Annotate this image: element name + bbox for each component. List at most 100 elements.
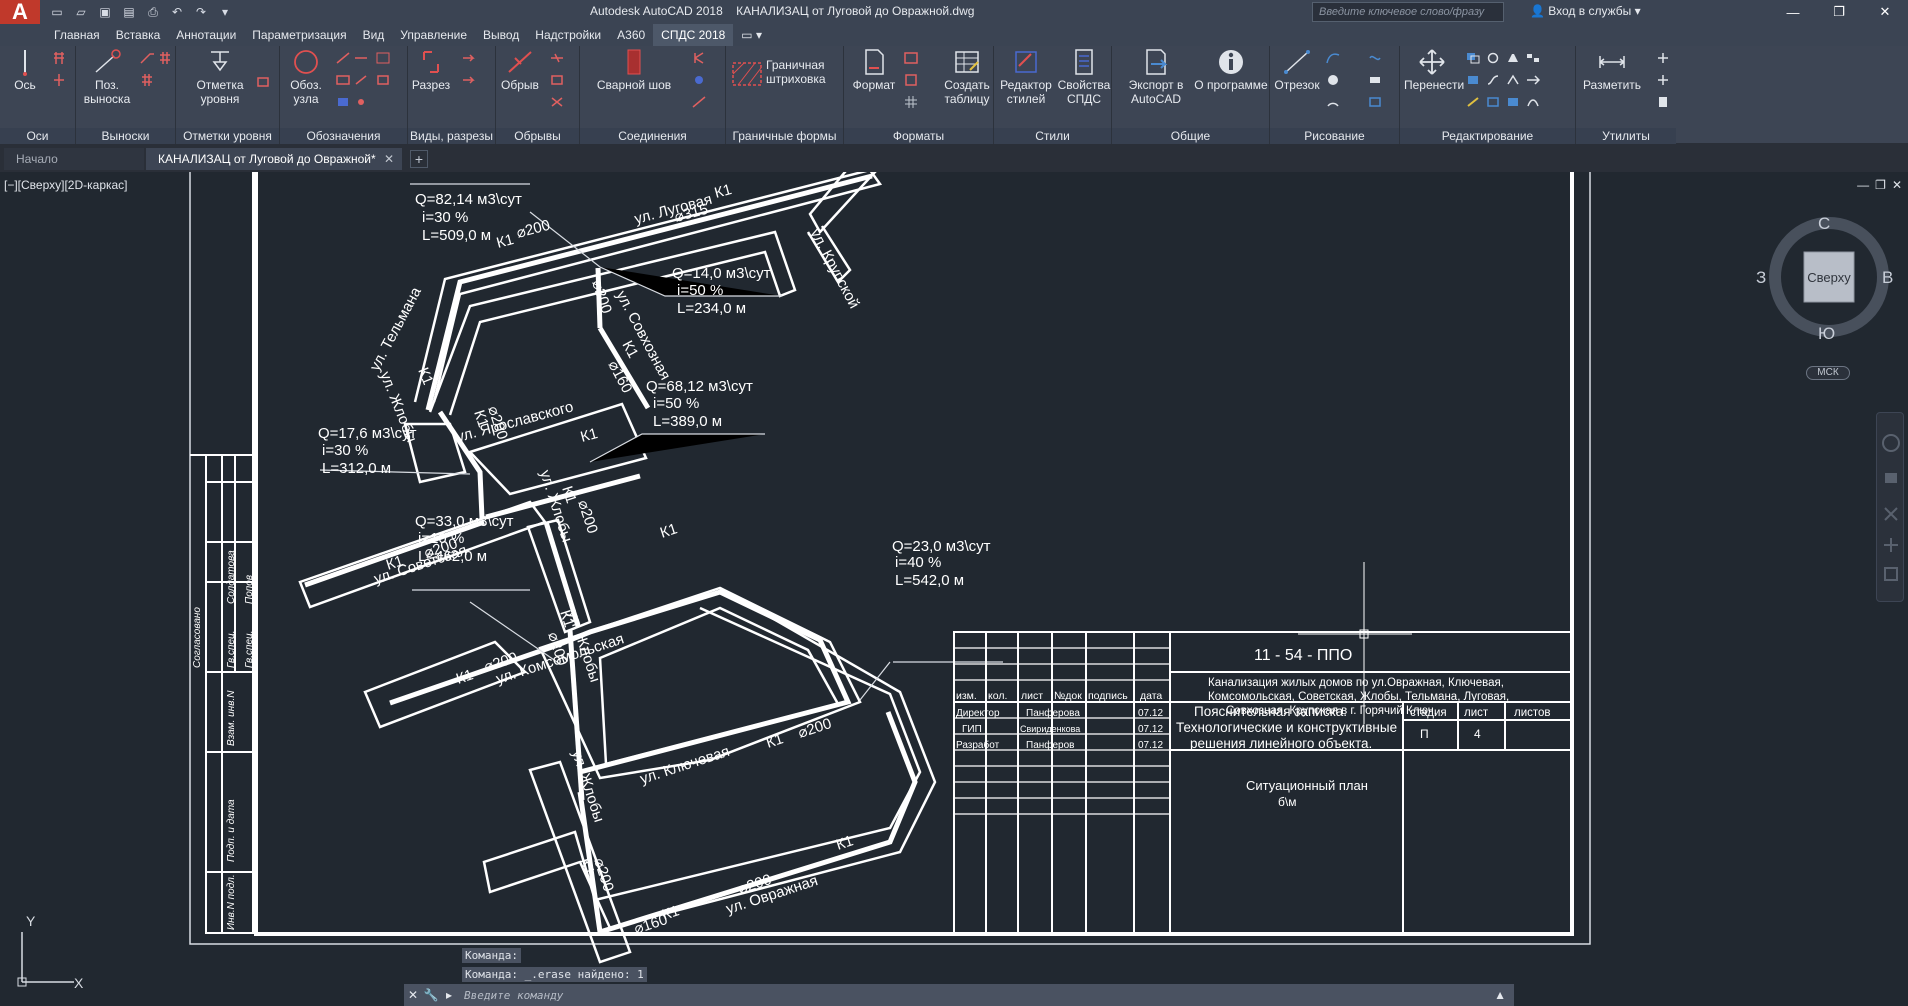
command-prompt-icon[interactable]: ▸ [440, 988, 458, 1002]
designation-slope-icon[interactable] [354, 74, 368, 86]
designation-arrow-icon[interactable] [354, 52, 368, 64]
offset-icon[interactable] [1506, 96, 1520, 108]
extend-icon[interactable] [1526, 74, 1540, 86]
weld-seam-button[interactable]: Сварной шов [592, 48, 676, 92]
joint-k-icon[interactable] [692, 52, 706, 64]
rotate-icon[interactable] [1486, 52, 1500, 64]
designation-n-icon[interactable] [376, 52, 390, 64]
dimension-button[interactable]: Разметить [1580, 48, 1644, 92]
orbit-icon[interactable] [1884, 538, 1898, 552]
customize-icon[interactable]: 🔧 [422, 988, 440, 1002]
login-button[interactable]: 👤 Вход в службы ▾ [1530, 4, 1641, 18]
axis-mark-icon[interactable] [52, 74, 66, 86]
autocad-logo-icon[interactable]: A [0, 0, 40, 24]
designation-fill-icon[interactable] [336, 96, 350, 108]
export-autocad-button[interactable]: Экспорт в AutoCAD [1122, 48, 1190, 106]
break-box-icon[interactable] [550, 74, 564, 86]
spds-properties-button[interactable]: Свойства СПДС [1056, 48, 1112, 106]
tab-home[interactable]: Главная [46, 24, 108, 46]
hatch-small-icon[interactable] [1368, 74, 1382, 86]
create-table-button[interactable]: Создать таблицу [942, 48, 992, 106]
section-button[interactable]: Разрез [410, 48, 452, 92]
circle-icon[interactable] [1326, 74, 1340, 86]
break-line-icon[interactable] [550, 52, 564, 64]
tab-drawing[interactable]: КАНАЛИЗАЦ от Луговой до Овражной* ✕ [146, 148, 402, 170]
move-button[interactable]: Перенести [1404, 48, 1464, 92]
format-page-icon[interactable] [904, 74, 918, 86]
maximize-icon[interactable]: ❐ [1816, 0, 1862, 24]
new-tab-icon[interactable]: + [410, 150, 428, 168]
mirror-icon[interactable] [1506, 52, 1520, 64]
fillet-icon[interactable] [1466, 96, 1480, 108]
compass-south[interactable]: Ю [1818, 324, 1835, 344]
erase-icon[interactable] [1526, 96, 1540, 108]
joint-multi-icon[interactable] [692, 74, 706, 86]
leader-small-icon[interactable] [140, 52, 154, 64]
explode-icon[interactable] [1486, 96, 1500, 108]
break-cut-icon[interactable] [550, 96, 564, 108]
format-grid-icon[interactable] [904, 96, 918, 108]
measure-icon[interactable] [1656, 52, 1670, 64]
region-icon[interactable] [1368, 96, 1382, 108]
tab-output[interactable]: Вывод [475, 24, 527, 46]
node-designation-button[interactable]: Обоз. узла [282, 48, 330, 106]
tab-manage[interactable]: Управление [392, 24, 475, 46]
position-leader-button[interactable]: Поз. выноска [78, 48, 136, 106]
polyline-icon[interactable] [1326, 52, 1340, 64]
joint-bolt-icon[interactable] [692, 96, 706, 108]
compass-east[interactable]: В [1882, 268, 1893, 288]
command-history-toggle-icon[interactable]: ▲ [1494, 988, 1506, 1002]
showmotion-icon[interactable] [1884, 567, 1898, 581]
drawing-canvas[interactable]: [−][Сверху][2D-каркас] — ❐ ✕ Согласовано… [0, 172, 1908, 1006]
tab-addins[interactable]: Надстройки [527, 24, 609, 46]
level-small-icon[interactable] [256, 76, 270, 88]
tab-insert[interactable]: Вставка [108, 24, 169, 46]
format-frame-icon[interactable] [904, 52, 918, 64]
steering-wheel-icon[interactable] [1882, 434, 1900, 452]
tab-view[interactable]: Вид [355, 24, 393, 46]
scale-icon[interactable] [1486, 74, 1500, 86]
close-tab-icon[interactable]: ✕ [384, 148, 394, 170]
designation-box-icon[interactable] [376, 74, 390, 86]
trim-icon[interactable] [1506, 74, 1520, 86]
rectangle-icon[interactable] [1368, 52, 1382, 64]
stretch-icon[interactable] [1466, 74, 1480, 86]
style-editor-button[interactable]: Редактор стилей [998, 48, 1054, 106]
print-icon[interactable]: ⎙ [144, 4, 162, 20]
section-arrow-icon[interactable] [462, 52, 476, 64]
pan-icon[interactable] [1885, 473, 1897, 483]
line-button[interactable]: Отрезок [1272, 48, 1322, 92]
minimize-icon[interactable]: — [1770, 0, 1816, 24]
leader-multi-icon[interactable] [140, 74, 154, 86]
copy-icon[interactable] [1466, 52, 1480, 64]
command-input[interactable]: Введите команду [464, 989, 563, 1002]
redo-icon[interactable]: ↷ [192, 4, 210, 20]
search-input[interactable]: Введите ключевое слово/фразу [1312, 2, 1504, 22]
clipboard-icon[interactable] [1656, 96, 1670, 108]
save-as-icon[interactable]: ▤ [120, 4, 138, 20]
tab-a360[interactable]: A360 [609, 24, 653, 46]
designation-line-icon[interactable] [336, 52, 350, 64]
tab-spds[interactable]: СПДС 2018 [653, 24, 734, 46]
arc-icon[interactable] [1326, 96, 1340, 108]
compass-north[interactable]: С [1818, 214, 1830, 234]
open-folder-icon[interactable]: ▱ [72, 4, 90, 20]
about-button[interactable]: О программе [1192, 48, 1270, 92]
tab-annotate[interactable]: Аннотации [168, 24, 244, 46]
view-cube[interactable]: С Ю В З Сверху [1756, 212, 1894, 344]
save-icon[interactable]: ▣ [96, 4, 114, 20]
designation-frame-icon[interactable] [336, 74, 350, 86]
leader-grid-icon[interactable] [158, 52, 172, 64]
view-arrow-icon[interactable] [462, 74, 476, 86]
close-icon[interactable]: ✕ [1862, 0, 1908, 24]
compass-west[interactable]: З [1756, 268, 1766, 288]
zoom-icon[interactable] [1884, 507, 1898, 521]
command-line[interactable]: ✕ 🔧 ▸ Введите команду ▲ [404, 984, 1514, 1006]
designation-dot-icon[interactable] [354, 96, 368, 108]
qat-dropdown-icon[interactable]: ▾ [216, 4, 234, 20]
axis-grid-icon[interactable] [52, 52, 66, 64]
tab-overflow-icon[interactable]: ▭ ▾ [733, 24, 770, 46]
level-mark-button[interactable]: Отметка уровня [192, 48, 248, 106]
format-button[interactable]: Формат [852, 48, 896, 92]
axis-button[interactable]: Ось [10, 48, 40, 92]
